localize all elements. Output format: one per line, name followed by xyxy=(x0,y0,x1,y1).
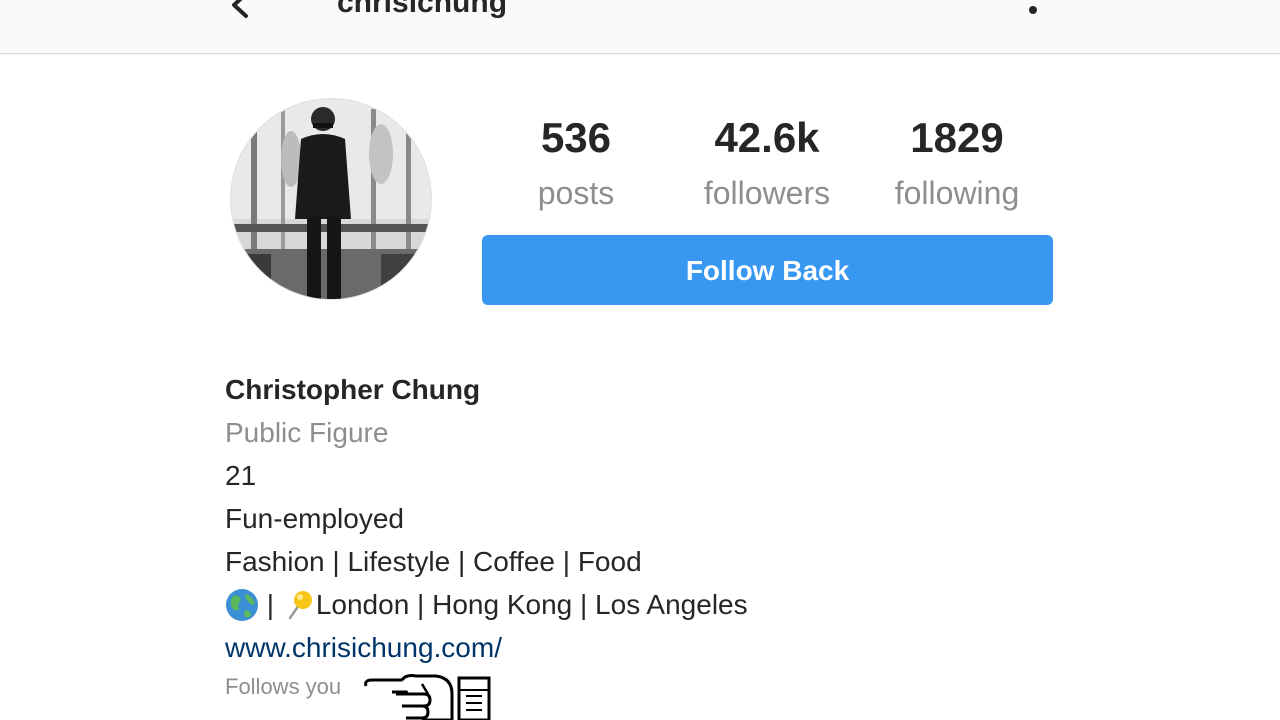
following-label: following xyxy=(894,175,1020,211)
pointing-hand-icon xyxy=(364,674,454,720)
posts-stat[interactable]: 536 posts xyxy=(491,112,661,222)
location-cities: London | Hong Kong | Los Angeles xyxy=(315,589,748,620)
avatar-photo xyxy=(231,99,431,299)
website-link[interactable]: www.chrisichung.com/ xyxy=(225,626,748,669)
profile-avatar[interactable] xyxy=(230,98,432,300)
follows-you-label: Follows you xyxy=(225,674,342,699)
followers-count: 42.6k xyxy=(714,114,820,161)
profile-bio: Christopher Chung Public Figure 21 Fun-e… xyxy=(225,368,748,669)
bio-line-interests: Fashion | Lifestyle | Coffee | Food xyxy=(225,546,642,577)
back-arrow-icon[interactable] xyxy=(224,0,254,18)
shirt-cuff-icon xyxy=(457,676,491,720)
following-stat[interactable]: 1829 following xyxy=(872,112,1042,222)
follow-back-button[interactable]: Follow Back xyxy=(482,235,1053,305)
profile-username: chrisichung xyxy=(337,0,508,19)
category-label: Public Figure xyxy=(225,417,389,448)
bio-line-age: 21 xyxy=(225,460,257,491)
bio-line-occupation: Fun-employed xyxy=(225,503,404,534)
full-name: Christopher Chung xyxy=(225,374,481,405)
posts-label: posts xyxy=(537,175,615,211)
globe-icon xyxy=(226,588,258,621)
round-pushpin-icon xyxy=(288,590,312,619)
more-options-icon[interactable] xyxy=(1020,0,1046,20)
location-separator: | xyxy=(259,589,282,620)
following-count: 1829 xyxy=(910,114,1004,161)
followers-stat[interactable]: 42.6k followers xyxy=(682,112,852,222)
followers-label: followers xyxy=(703,175,831,211)
bio-line-locations: | London | Hong Kong | Los Angeles xyxy=(225,583,748,626)
top-bar: chrisichung xyxy=(0,0,1280,54)
posts-count: 536 xyxy=(540,114,612,161)
